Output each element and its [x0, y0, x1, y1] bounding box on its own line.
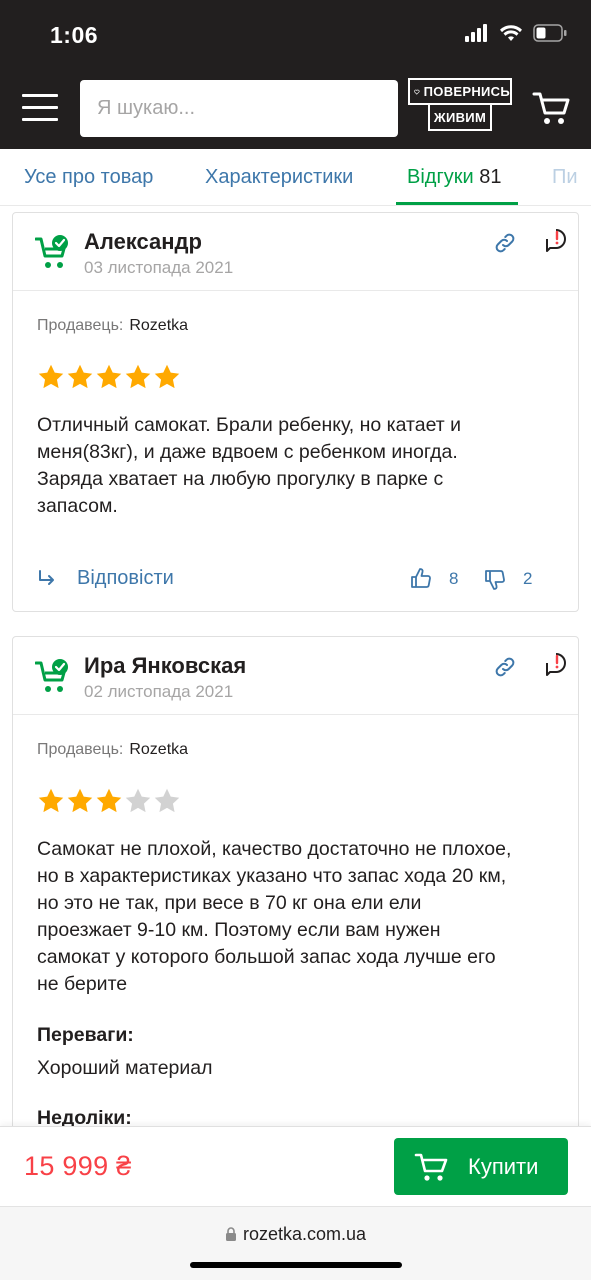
system-icons	[465, 24, 567, 42]
review-date: 03 листопада 2021	[84, 258, 234, 277]
review-text-line: не берите	[37, 973, 128, 995]
like-count: 8	[449, 569, 459, 588]
link-icon[interactable]	[493, 231, 517, 255]
star-filled-icon	[125, 364, 151, 389]
star-filled-icon	[154, 364, 180, 389]
report-icon[interactable]	[545, 228, 567, 252]
verified-buyer-cart-icon	[35, 235, 68, 268]
review-text-line: но в характеристиках указано что запас х…	[37, 865, 507, 887]
tab-label: Пи	[552, 166, 578, 188]
rating-stars	[37, 363, 181, 391]
review-card: Александр 03 листопада 2021 Продавець: Ro…	[12, 212, 579, 612]
wifi-icon	[500, 25, 522, 41]
review-header: Ира Янковская 02 листопада 2021	[13, 637, 578, 715]
review-text-line: запасом.	[37, 495, 118, 517]
review-text-line: Самокат не плохой, качество достаточно н…	[37, 838, 512, 860]
star-filled-icon	[96, 364, 122, 389]
review-card: Ира Янковская 02 листопада 2021 Продавец…	[12, 636, 579, 1156]
tab-questions[interactable]: Пи	[552, 166, 578, 189]
review-text-line: самокат у которого большой запас хода лу…	[37, 946, 496, 968]
review-text-line: проезжает 9-10 км. Поэтому если вам нуже…	[37, 919, 441, 941]
buy-button[interactable]: Купити	[394, 1138, 568, 1195]
logo-line-1: ПОВЕРНИСЬ	[423, 84, 510, 99]
povernys-zhyvym-logo[interactable]: ПОВЕРНИСЬ ЖИВИМ	[408, 78, 512, 132]
buy-bar: 15 999 ₴ Купити	[0, 1126, 591, 1206]
product-tabs: Усе про товар Характеристики Відгуки 81 …	[0, 149, 591, 206]
tab-label: Характеристики	[205, 166, 354, 188]
tab-reviews[interactable]: Відгуки 81	[407, 166, 501, 189]
browser-url-bar: rozetka.com.ua	[0, 1206, 591, 1280]
product-price: 15 999 ₴	[24, 1151, 132, 1181]
tab-review-count: 81	[479, 166, 502, 188]
thumbs-up-icon[interactable]	[410, 567, 432, 589]
review-text-line: Заряда хватает на любую прогулку в парке…	[37, 468, 444, 490]
tab-all-about-product[interactable]: Усе про товар	[24, 166, 153, 189]
home-indicator	[190, 1262, 402, 1268]
star-filled-icon	[38, 788, 64, 813]
star-filled-icon	[67, 788, 93, 813]
active-tab-indicator	[396, 202, 518, 205]
star-filled-icon	[38, 364, 64, 389]
cart-icon	[414, 1153, 448, 1181]
hamburger-menu-icon[interactable]	[22, 94, 58, 124]
status-bar: 1:06	[0, 0, 591, 70]
dislike-count: 2	[523, 569, 533, 588]
review-text-line: но это не так, при весе в 70 кг она ели …	[37, 892, 422, 914]
star-empty-icon	[125, 788, 151, 813]
tab-label: Відгуки	[407, 166, 474, 188]
seller-info: Продавець: Rozetka	[37, 317, 188, 335]
review-author: Александр	[84, 229, 202, 254]
review-author: Ира Янковская	[84, 653, 247, 678]
pros-label: Переваги:	[37, 1024, 134, 1046]
search-input[interactable]	[80, 80, 398, 137]
report-icon[interactable]	[545, 652, 567, 676]
star-filled-icon	[96, 788, 122, 813]
heart-icon	[414, 89, 420, 95]
buy-button-label: Купити	[468, 1154, 539, 1179]
site-header: ПОВЕРНИСЬ ЖИВИМ	[0, 70, 591, 149]
cellular-signal-icon	[465, 24, 487, 42]
verified-buyer-cart-icon	[35, 659, 68, 692]
rating-stars	[37, 787, 181, 815]
cart-icon[interactable]	[532, 90, 570, 126]
battery-icon	[533, 24, 567, 42]
review-text-line: Отличный самокат. Брали ребенку, но ката…	[37, 414, 462, 436]
lock-icon	[225, 1227, 236, 1241]
tab-characteristics[interactable]: Характеристики	[205, 166, 353, 189]
seller-label: Продавець:	[37, 317, 124, 334]
logo-line-2: ЖИВИМ	[433, 109, 487, 125]
tab-label: Усе про товар	[24, 166, 154, 188]
seller-info: Продавець: Rozetka	[37, 741, 188, 759]
star-filled-icon	[67, 364, 93, 389]
review-text: Самокат не плохой, качество достаточно н…	[37, 836, 557, 998]
thumbs-down-icon[interactable]	[484, 569, 506, 591]
review-actions: Відповісти 8 2	[13, 561, 578, 601]
review-header: Александр 03 листопада 2021	[13, 213, 578, 291]
url-text: rozetka.com.ua	[242, 1224, 367, 1244]
review-text: Отличный самокат. Брали ребенку, но ката…	[37, 412, 557, 520]
reply-button[interactable]: Відповісти	[77, 567, 174, 590]
star-empty-icon	[154, 788, 180, 813]
status-time: 1:06	[50, 22, 99, 48]
reply-arrow-icon	[39, 570, 54, 585]
seller-name: Rozetka	[129, 317, 189, 334]
seller-label: Продавець:	[37, 741, 124, 758]
review-date: 02 листопада 2021	[84, 682, 234, 701]
seller-name: Rozetka	[129, 741, 189, 758]
review-text-line: меня(83кг), и даже вдвоем с ребенком ино…	[37, 441, 458, 463]
url-display[interactable]: rozetka.com.ua	[0, 1224, 591, 1245]
pros-text: Хороший материал	[37, 1057, 213, 1079]
link-icon[interactable]	[493, 655, 517, 679]
